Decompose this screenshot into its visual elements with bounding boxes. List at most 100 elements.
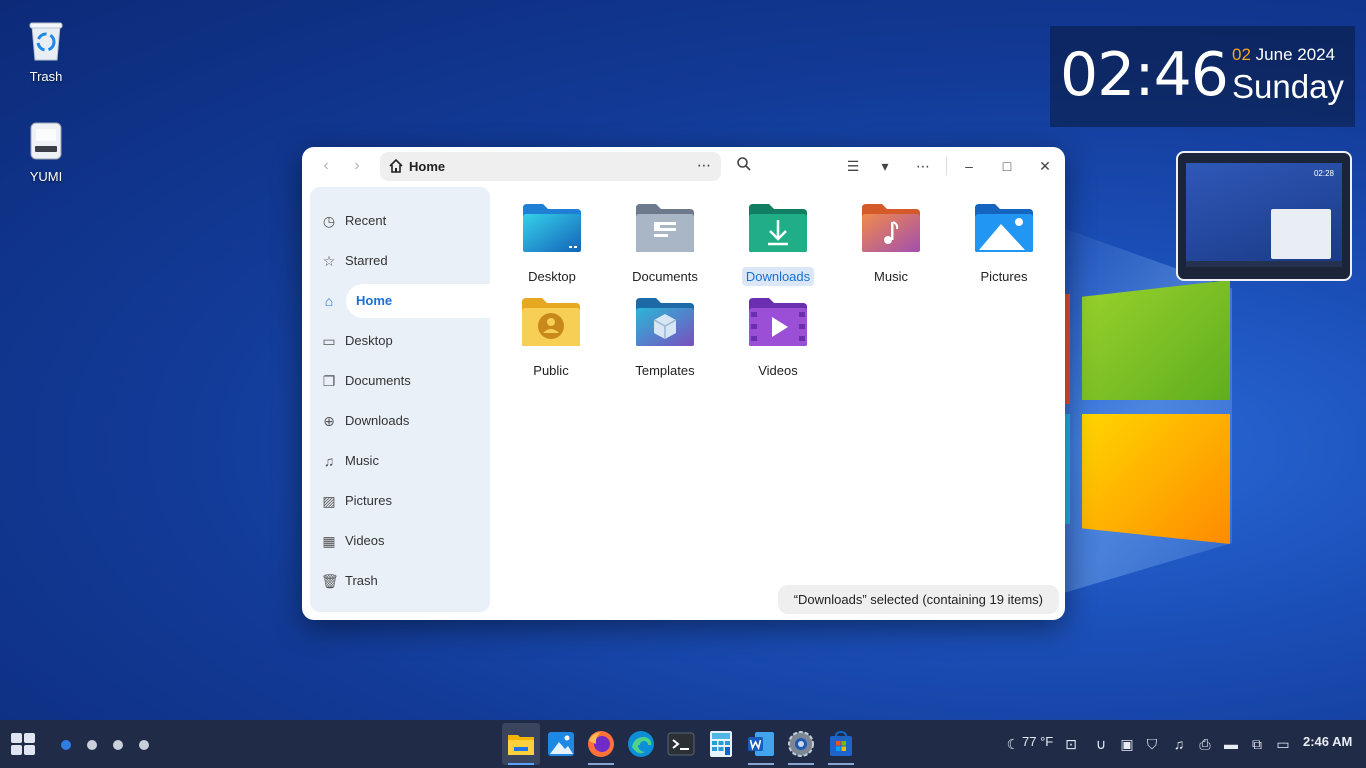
taskbar-app-settings[interactable] bbox=[782, 723, 820, 765]
taskbar-app-image-viewer[interactable] bbox=[542, 723, 580, 765]
printer-icon[interactable]: ⎙ bbox=[1196, 735, 1214, 753]
taskbar: ☾ 77 °F ⊡ ∪ ▣ ⛉ ♫ ⎙ ▬ ⧉ ▭ 2:46 AM bbox=[0, 720, 1366, 768]
shield-icon[interactable]: ⛉ bbox=[1143, 735, 1161, 753]
sidebar-item-trash[interactable]: 🗑 Trash bbox=[310, 563, 490, 599]
folder-downloads[interactable]: Downloads bbox=[728, 202, 828, 286]
sidebar-item-label: Music bbox=[345, 453, 379, 468]
folder-pictures[interactable]: Pictures bbox=[954, 202, 1054, 286]
maximize-button[interactable]: □ bbox=[997, 156, 1017, 176]
word-icon bbox=[748, 732, 774, 756]
sidebar-item-label: Desktop bbox=[345, 333, 393, 348]
back-button[interactable]: ‹ bbox=[315, 155, 337, 177]
folder-label: Videos bbox=[758, 363, 798, 378]
search-glyph bbox=[737, 157, 751, 171]
sidebar-item-label: Documents bbox=[345, 373, 411, 388]
videos-folder-icon bbox=[749, 298, 807, 346]
sidebar-item-downloads[interactable]: ⊕ Downloads bbox=[310, 403, 490, 439]
start-tile bbox=[24, 733, 35, 743]
desktop-icon-label: Trash bbox=[29, 69, 63, 84]
desktop-icon-yumi[interactable]: YUMI bbox=[11, 120, 81, 184]
taskbar-app-store[interactable] bbox=[822, 723, 860, 765]
clipboard-icon[interactable]: ▣ bbox=[1118, 735, 1136, 753]
folder-label: Downloads bbox=[741, 267, 815, 286]
taskbar-app-word[interactable] bbox=[742, 723, 780, 765]
folder-label: Public bbox=[533, 363, 569, 378]
sidebar-item-videos[interactable]: ▦ Videos bbox=[310, 523, 490, 559]
sidebar-item-desktop[interactable]: ▭ Desktop bbox=[310, 323, 490, 359]
sidebar-item-label: Videos bbox=[345, 533, 385, 548]
folder-documents[interactable]: Documents bbox=[615, 202, 715, 286]
sidebar-item-starred[interactable]: ☆ Starred bbox=[310, 243, 490, 279]
desktop-icon-trash[interactable]: Trash bbox=[11, 20, 81, 84]
download-icon: ⊕ bbox=[323, 413, 335, 429]
path-bar[interactable]: Home ⋯ bbox=[380, 152, 721, 181]
folder-desktop[interactable]: Desktop bbox=[502, 202, 602, 286]
screenshot-icon[interactable]: ⊡ bbox=[1062, 735, 1080, 753]
path-more-button[interactable]: ⋯ bbox=[697, 157, 711, 174]
clock-weekday: Sunday bbox=[1232, 68, 1344, 105]
music-folder-icon bbox=[862, 204, 920, 252]
sidebar-item-documents[interactable]: ❐ Documents bbox=[310, 363, 490, 399]
folder-templates[interactable]: Templates bbox=[615, 296, 715, 380]
list-view-icon[interactable]: ☰ bbox=[843, 156, 863, 176]
videos-icon: ▦ bbox=[322, 533, 336, 549]
network-icon[interactable]: ⧉ bbox=[1248, 735, 1266, 753]
preview-clock: 02:28 bbox=[1313, 169, 1334, 178]
clock-month-year: June 2024 bbox=[1255, 45, 1336, 64]
folder-label: Music bbox=[874, 269, 908, 284]
battery-icon[interactable]: ▭ bbox=[1274, 735, 1292, 753]
view-options-icon[interactable]: ▾ bbox=[875, 156, 895, 176]
folder-videos[interactable]: Videos bbox=[728, 296, 828, 380]
sidebar-item-recent[interactable]: ◷ Recent bbox=[310, 203, 490, 239]
weather-icon[interactable]: ☾ bbox=[1004, 735, 1022, 753]
weather-temperature[interactable]: 77 °F bbox=[1022, 734, 1053, 749]
clock-widget: 02:46 02 June 2024 Sunday bbox=[1050, 26, 1355, 127]
taskbar-app-terminal[interactable] bbox=[662, 723, 700, 765]
sidebar-item-home[interactable]: ⌂ Home bbox=[310, 283, 490, 319]
workspace-3[interactable] bbox=[113, 740, 123, 750]
star-icon: ☆ bbox=[322, 253, 336, 269]
menu-icon[interactable]: ⋯ bbox=[913, 156, 933, 176]
pictures-icon: ▨ bbox=[322, 493, 336, 509]
search-icon[interactable] bbox=[734, 156, 754, 176]
folder-public[interactable]: Public bbox=[501, 296, 601, 380]
clock-time: 02:46 bbox=[1060, 40, 1229, 110]
taskbar-app-files[interactable] bbox=[502, 723, 540, 765]
workspace-1[interactable] bbox=[61, 740, 71, 750]
clock-day-number: 02 bbox=[1232, 45, 1251, 64]
preview-screen: 02:28 bbox=[1186, 163, 1342, 263]
calculator-icon bbox=[710, 731, 732, 757]
workspace-4[interactable] bbox=[139, 740, 149, 750]
sidebar-item-label: Downloads bbox=[345, 413, 410, 428]
folder-music[interactable]: Music bbox=[841, 202, 941, 286]
window-preview[interactable]: 02:28 bbox=[1176, 151, 1352, 281]
music-icon[interactable]: ♫ bbox=[1170, 735, 1188, 753]
downloads-folder-icon bbox=[749, 204, 807, 252]
sidebar-item-music[interactable]: ♫ Music bbox=[310, 443, 490, 479]
folder-label: Pictures bbox=[980, 269, 1028, 284]
taskbar-app-firefox[interactable] bbox=[582, 723, 620, 765]
app-indicator-icon[interactable]: ∪ bbox=[1092, 735, 1110, 753]
forward-button[interactable]: › bbox=[346, 155, 368, 177]
taskbar-clock[interactable]: 2:46 AM bbox=[1303, 734, 1352, 749]
taskbar-app-edge[interactable] bbox=[622, 723, 660, 765]
desktop-folder-icon bbox=[523, 204, 581, 252]
taskbar-app-calculator[interactable] bbox=[702, 723, 740, 765]
minimize-button[interactable]: – bbox=[959, 156, 979, 176]
close-button[interactable]: ✕ bbox=[1035, 156, 1055, 176]
folder-label: Desktop bbox=[528, 269, 576, 284]
start-tile bbox=[11, 745, 22, 755]
workspace-2[interactable] bbox=[87, 740, 97, 750]
settings-icon bbox=[788, 731, 814, 757]
start-button[interactable] bbox=[11, 733, 37, 757]
preview-window bbox=[1271, 209, 1331, 259]
desktop-icon: ▭ bbox=[322, 333, 336, 349]
sidebar-item-label: Recent bbox=[345, 213, 387, 228]
desktop-icon-label: YUMI bbox=[29, 169, 63, 184]
image-viewer-icon bbox=[548, 732, 574, 756]
home-icon: ⌂ bbox=[324, 293, 334, 309]
running-indicator bbox=[788, 763, 814, 765]
drive-tray-icon[interactable]: ▬ bbox=[1222, 735, 1240, 753]
sidebar-item-pictures[interactable]: ▨ Pictures bbox=[310, 483, 490, 519]
pictures-folder-icon bbox=[975, 204, 1033, 252]
